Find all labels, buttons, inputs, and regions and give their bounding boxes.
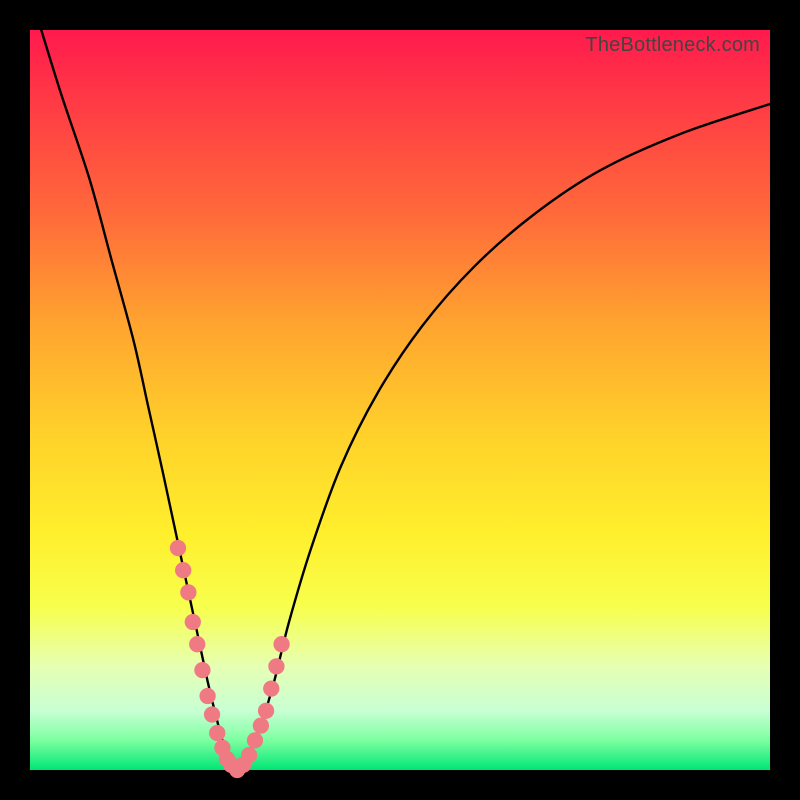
marker-dot bbox=[185, 614, 201, 630]
marker-dot bbox=[247, 732, 263, 748]
marker-dot bbox=[189, 636, 205, 652]
marker-dot bbox=[268, 658, 284, 674]
bottleneck-curve-path bbox=[30, 0, 770, 770]
plot-area: TheBottleneck.com bbox=[30, 30, 770, 770]
marker-dot bbox=[180, 584, 196, 600]
marker-dot bbox=[258, 703, 274, 719]
marker-dot bbox=[175, 562, 191, 578]
marker-dot bbox=[170, 540, 186, 556]
marker-group bbox=[170, 540, 290, 778]
marker-dot bbox=[204, 706, 220, 722]
chart-frame: TheBottleneck.com bbox=[0, 0, 800, 800]
marker-dot bbox=[263, 680, 279, 696]
marker-dot bbox=[199, 688, 215, 704]
marker-dot bbox=[273, 636, 289, 652]
marker-dot bbox=[253, 717, 269, 733]
marker-dot bbox=[241, 747, 257, 763]
marker-dot bbox=[209, 725, 225, 741]
curve-svg bbox=[30, 30, 770, 770]
marker-dot bbox=[194, 662, 210, 678]
